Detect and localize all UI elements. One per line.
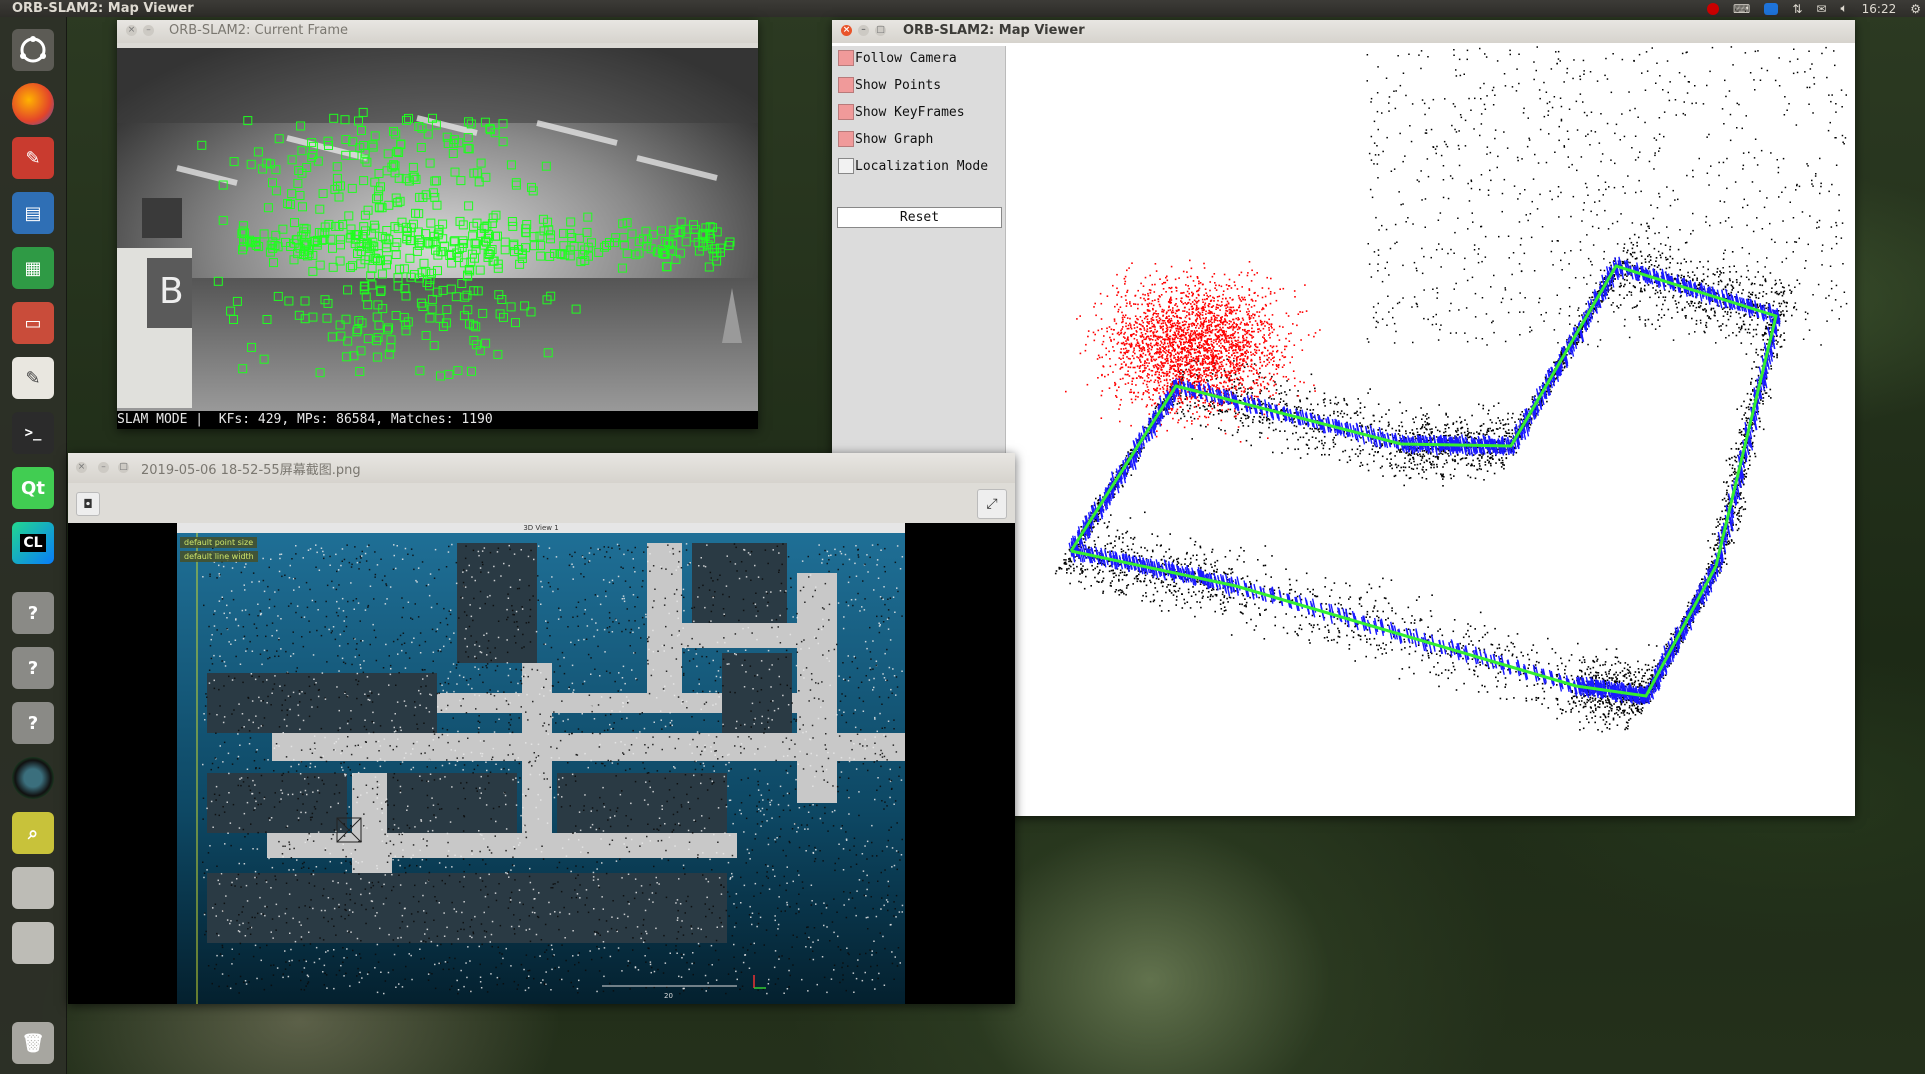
image-viewer-window: × – □ 2019-05-06 18-52-55屏幕截图.png ◘ ⤢ 3D… <box>68 453 1015 1004</box>
window-titlebar[interactable]: × – ORB-SLAM2: Current Frame <box>117 20 758 43</box>
option-label: Show Graph <box>855 132 934 147</box>
option-show-keyframes[interactable]: Show KeyFrames <box>832 100 1005 122</box>
minimize-button[interactable]: – <box>858 25 869 36</box>
slam-status-bar: SLAM MODE | KFs: 429, MPs: 86584, Matche… <box>117 411 758 429</box>
image-viewer-icon[interactable]: ⌕ <box>12 812 54 854</box>
add-button[interactable]: ◘ <box>76 492 100 516</box>
checkbox[interactable] <box>838 50 854 66</box>
close-button[interactable]: × <box>76 462 87 473</box>
option-show-graph[interactable]: Show Graph <box>832 127 1005 149</box>
teamviewer-icon[interactable] <box>1764 2 1779 15</box>
disk-icon[interactable] <box>12 867 54 909</box>
network-icon[interactable]: ⇅ <box>1792 2 1802 16</box>
camera-image: B <box>117 48 758 411</box>
viewer-toolbar: ◘ ⤢ <box>68 483 1015 523</box>
checkbox[interactable] <box>838 104 854 120</box>
window-title: 2019-05-06 18-52-55屏幕截图.png <box>141 463 361 478</box>
window-titlebar[interactable]: × – □ 2019-05-06 18-52-55屏幕截图.png <box>68 453 1015 483</box>
maximize-button[interactable]: □ <box>875 25 886 36</box>
keyboard-icon[interactable]: ⌨ <box>1733 2 1750 16</box>
option-label: Follow Camera <box>855 51 957 66</box>
map-viewer-panel: Follow Camera Show Points Show KeyFrames… <box>832 46 1006 472</box>
checkbox[interactable] <box>838 131 854 147</box>
unknown-label: ? <box>27 602 39 624</box>
volume-icon[interactable]: 🔈︎ <box>1840 1 1847 16</box>
writer-icon[interactable]: ▤ <box>12 192 54 234</box>
maximize-button[interactable]: □ <box>118 462 129 473</box>
calc-icon[interactable]: ▦ <box>12 247 54 289</box>
minimize-button[interactable]: – <box>98 462 109 473</box>
close-button[interactable]: × <box>126 25 137 36</box>
checkbox[interactable] <box>838 77 854 93</box>
gear-icon[interactable]: ⚙ <box>1910 2 1921 16</box>
disk-icon[interactable] <box>12 922 54 964</box>
settings-icon[interactable]: ✎ <box>12 137 54 179</box>
reset-button[interactable]: Reset <box>837 207 1002 228</box>
top-panel: ORB-SLAM2: Map Viewer ⌨ ⇅ ✉ 🔈︎ 16:22 ⚙ <box>0 0 1925 17</box>
terminal-icon[interactable]: >_ <box>12 412 54 454</box>
inner-titlebar: 3D View 1 <box>177 523 905 533</box>
camera-frame: B SLAM MODE | KFs: 429, MPs: 86584, Matc… <box>117 48 758 429</box>
scale-label: 20 <box>664 992 673 1000</box>
pointcloud-view: 20 <box>177 533 905 1004</box>
pointcloud-screenshot: 3D View 1 20 default point size default … <box>177 523 905 1004</box>
checkbox[interactable] <box>838 158 854 174</box>
window-titlebar[interactable]: × – □ ORB-SLAM2: Map Viewer <box>832 20 1855 43</box>
map-canvas[interactable] <box>1016 46 1855 816</box>
trash-icon[interactable]: 🗑︎ <box>12 1022 54 1064</box>
window-title: ORB-SLAM2: Current Frame <box>169 23 349 38</box>
unknown-app-icon[interactable]: ? <box>12 702 54 744</box>
active-window-title: ORB-SLAM2: Map Viewer <box>12 1 194 16</box>
files-icon[interactable]: ▭ <box>12 302 54 344</box>
option-label: Localization Mode <box>855 159 989 174</box>
window-title: ORB-SLAM2: Map Viewer <box>903 23 1085 38</box>
option-localization-mode[interactable]: Localization Mode <box>832 154 1005 176</box>
clock[interactable]: 16:22 <box>1862 2 1897 16</box>
system-tray: ⌨ ⇅ ✉ 🔈︎ 16:22 ⚙ <box>1706 0 1921 17</box>
close-button[interactable]: × <box>841 25 852 36</box>
option-label: Show Points <box>855 78 942 93</box>
qt-creator-icon[interactable]: Qt <box>12 467 54 509</box>
line-width-chip[interactable]: default line width <box>180 551 258 562</box>
minimize-button[interactable]: – <box>143 25 154 36</box>
unknown-app-icon[interactable]: ? <box>12 647 54 689</box>
clion-label: CL <box>20 534 46 552</box>
parking-sign-letter: B <box>159 271 184 312</box>
option-label: Show KeyFrames <box>855 105 965 120</box>
unknown-label: ? <box>27 657 39 679</box>
current-frame-window: × – ORB-SLAM2: Current Frame B SLAM MODE… <box>117 20 758 429</box>
launcher: ✎ ▤ ▦ ▭ ✎ >_ Qt CL ? ? ? ⌕ 🗑︎ <box>0 17 67 1074</box>
cheese-icon[interactable] <box>12 757 54 799</box>
record-icon[interactable] <box>1706 2 1719 15</box>
ubuntu-logo-icon[interactable] <box>12 29 54 71</box>
firefox-icon[interactable] <box>12 83 54 125</box>
unknown-label: ? <box>27 712 39 734</box>
text-editor-icon[interactable]: ✎ <box>12 357 54 399</box>
fullscreen-button[interactable]: ⤢ <box>977 489 1007 519</box>
clion-icon[interactable]: CL <box>12 522 54 564</box>
qt-label: Qt <box>21 477 45 499</box>
point-size-chip[interactable]: default point size <box>180 537 258 548</box>
mail-icon[interactable]: ✉ <box>1816 2 1826 16</box>
inner-title: 3D View 1 <box>523 524 559 532</box>
option-show-points[interactable]: Show Points <box>832 73 1005 95</box>
unknown-app-icon[interactable]: ? <box>12 592 54 634</box>
option-follow-camera[interactable]: Follow Camera <box>832 46 1005 68</box>
